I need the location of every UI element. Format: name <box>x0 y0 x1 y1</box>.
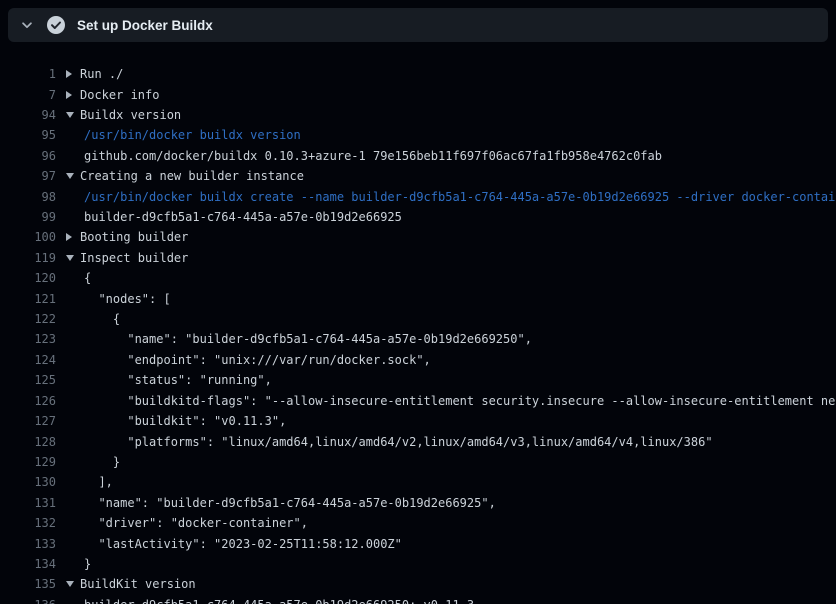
log-line-text: Buildx version <box>80 108 181 122</box>
log-line-text: "status": "running", <box>84 373 272 387</box>
log-row: 130 ], <box>0 472 836 492</box>
log-line-text: Docker info <box>80 88 159 102</box>
line-number[interactable]: 96 <box>0 149 56 163</box>
log-line-text: "buildkit": "v0.11.3", <box>84 414 286 428</box>
log-row: 124 "endpoint": "unix:///var/run/docker.… <box>0 350 836 370</box>
log-line-text: { <box>84 271 91 285</box>
log-line-text: /usr/bin/docker buildx create --name bui… <box>84 190 836 204</box>
log-line-text: "platforms": "linux/amd64,linux/amd64/v2… <box>84 435 713 449</box>
log-line-text: "nodes": [ <box>84 292 171 306</box>
log-line-text: "lastActivity": "2023-02-25T11:58:12.000… <box>84 537 402 551</box>
line-number[interactable]: 131 <box>0 496 56 510</box>
line-number[interactable]: 100 <box>0 230 56 244</box>
log-row: 126 "buildkitd-flags": "--allow-insecure… <box>0 391 836 411</box>
triangle-down-icon <box>66 112 80 118</box>
log-group-row[interactable]: 100 Booting builder <box>0 227 836 247</box>
log-group-row[interactable]: 119 Inspect builder <box>0 248 836 268</box>
log-row: 120 { <box>0 268 836 288</box>
triangle-down-icon <box>66 581 80 587</box>
log-row: 128 "platforms": "linux/amd64,linux/amd6… <box>0 431 836 451</box>
log-group-row[interactable]: 94 Buildx version <box>0 105 836 125</box>
log-line-text: "driver": "docker-container", <box>84 516 308 530</box>
log-line-text: "buildkitd-flags": "--allow-insecure-ent… <box>84 394 836 408</box>
chevron-down-icon[interactable] <box>16 14 38 36</box>
log-line-text: { <box>84 312 120 326</box>
log-line-text: builder-d9cfb5a1-c764-445a-a57e-0b19d2e6… <box>84 598 474 604</box>
log-line-text: "name": "builder-d9cfb5a1-c764-445a-a57e… <box>84 496 496 510</box>
log-line-text: } <box>84 455 120 469</box>
line-number[interactable]: 129 <box>0 455 56 469</box>
log-group-row[interactable]: 135 BuildKit version <box>0 574 836 594</box>
line-number[interactable]: 134 <box>0 557 56 571</box>
line-number[interactable]: 126 <box>0 394 56 408</box>
line-number[interactable]: 124 <box>0 353 56 367</box>
line-number[interactable]: 122 <box>0 312 56 326</box>
log-row: 133 "lastActivity": "2023-02-25T11:58:12… <box>0 533 836 553</box>
log-row: 127 "buildkit": "v0.11.3", <box>0 411 836 431</box>
log-line-text: } <box>84 557 91 571</box>
log-line-text: builder-d9cfb5a1-c764-445a-a57e-0b19d2e6… <box>84 210 402 224</box>
line-number[interactable]: 7 <box>0 88 56 102</box>
log-lines: 1 Run ./ 7 Docker info 94 Buildx version… <box>0 50 836 604</box>
log-row: 99 builder-d9cfb5a1-c764-445a-a57e-0b19d… <box>0 207 836 227</box>
line-number[interactable]: 119 <box>0 251 56 265</box>
log-group-row[interactable]: 97 Creating a new builder instance <box>0 166 836 186</box>
line-number[interactable]: 121 <box>0 292 56 306</box>
line-number[interactable]: 99 <box>0 210 56 224</box>
line-number[interactable]: 133 <box>0 537 56 551</box>
log-row: 134 } <box>0 554 836 574</box>
log-row: 96 github.com/docker/buildx 0.10.3+azure… <box>0 146 836 166</box>
line-number[interactable]: 127 <box>0 414 56 428</box>
log-line-text: github.com/docker/buildx 0.10.3+azure-1 … <box>84 149 662 163</box>
triangle-down-icon <box>66 255 80 261</box>
line-number[interactable]: 120 <box>0 271 56 285</box>
log-line-text: BuildKit version <box>80 577 196 591</box>
line-number[interactable]: 136 <box>0 598 56 604</box>
line-number[interactable]: 128 <box>0 435 56 449</box>
log-line-text: Inspect builder <box>80 251 188 265</box>
log-row: 131 "name": "builder-d9cfb5a1-c764-445a-… <box>0 493 836 513</box>
line-number[interactable]: 135 <box>0 577 56 591</box>
log-row: 129 } <box>0 452 836 472</box>
log-row: 122 { <box>0 309 836 329</box>
log-row: 95 /usr/bin/docker buildx version <box>0 125 836 145</box>
triangle-right-icon <box>66 70 80 78</box>
triangle-right-icon <box>66 91 80 99</box>
line-number[interactable]: 97 <box>0 169 56 183</box>
log-group-row[interactable]: 7 Docker info <box>0 84 836 104</box>
log-line-text: /usr/bin/docker buildx version <box>84 128 301 142</box>
line-number[interactable]: 125 <box>0 373 56 387</box>
line-number[interactable]: 1 <box>0 67 56 81</box>
line-number[interactable]: 98 <box>0 190 56 204</box>
line-number[interactable]: 95 <box>0 128 56 142</box>
log-line-text: "endpoint": "unix:///var/run/docker.sock… <box>84 353 431 367</box>
log-line-text: ], <box>84 475 113 489</box>
triangle-right-icon <box>66 233 80 241</box>
log-row: 132 "driver": "docker-container", <box>0 513 836 533</box>
log-row: 125 "status": "running", <box>0 370 836 390</box>
line-number[interactable]: 123 <box>0 332 56 346</box>
log-line-text: Creating a new builder instance <box>80 169 304 183</box>
step-header[interactable]: Set up Docker Buildx <box>8 8 828 42</box>
log-line-text: "name": "builder-d9cfb5a1-c764-445a-a57e… <box>84 332 532 346</box>
log-line-text: Run ./ <box>80 67 123 81</box>
step-title: Set up Docker Buildx <box>77 18 213 33</box>
line-number[interactable]: 94 <box>0 108 56 122</box>
check-circle-icon <box>47 16 65 34</box>
log-line-text: Booting builder <box>80 230 188 244</box>
log-row: 136 builder-d9cfb5a1-c764-445a-a57e-0b19… <box>0 595 836 604</box>
triangle-down-icon <box>66 173 80 179</box>
log-row: 121 "nodes": [ <box>0 288 836 308</box>
log-row: 123 "name": "builder-d9cfb5a1-c764-445a-… <box>0 329 836 349</box>
line-number[interactable]: 132 <box>0 516 56 530</box>
log-group-row[interactable]: 1 Run ./ <box>0 64 836 84</box>
log-row: 98 /usr/bin/docker buildx create --name … <box>0 186 836 206</box>
line-number[interactable]: 130 <box>0 475 56 489</box>
